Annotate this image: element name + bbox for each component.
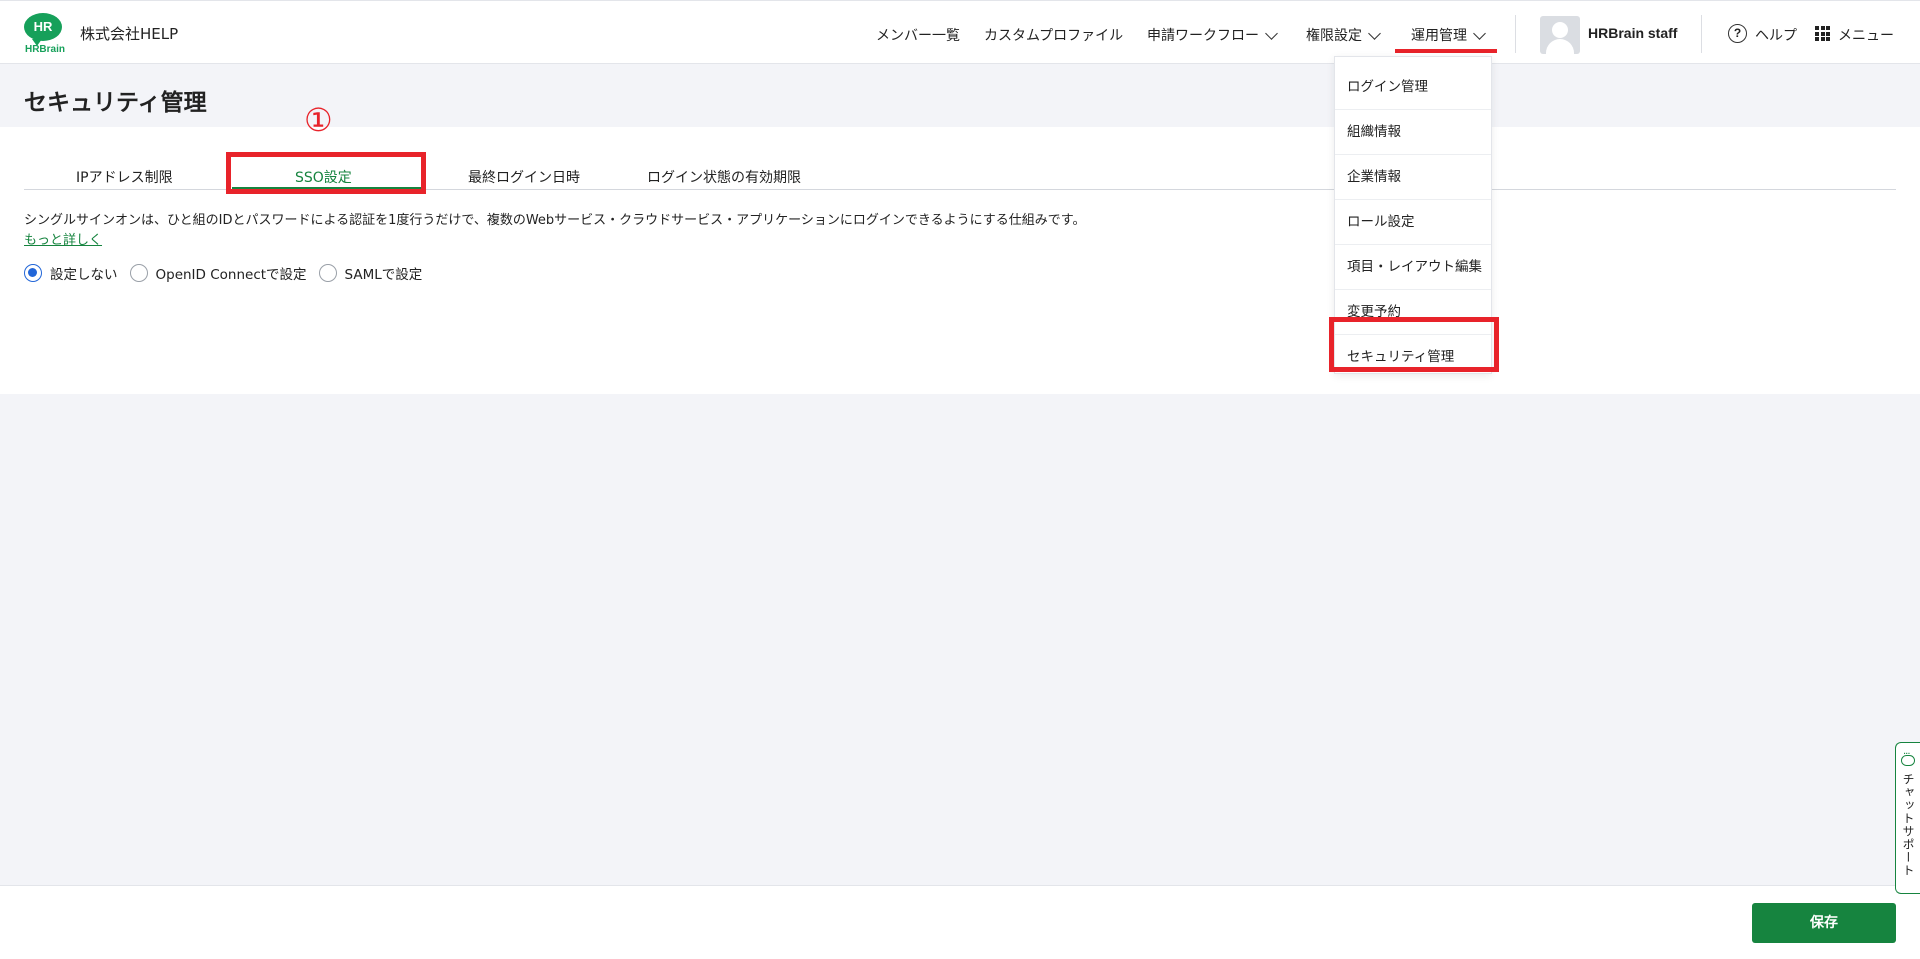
avatar-head — [1552, 22, 1568, 38]
nav-label: メンバー一覧 — [876, 28, 960, 44]
chat-support-label: チャットサポート — [1901, 773, 1915, 877]
chevron-down-icon — [1368, 26, 1381, 40]
dropdown-item-org-info[interactable]: 組織情報 — [1335, 110, 1491, 155]
dropdown-item-company-info[interactable]: 企業情報 — [1335, 155, 1491, 200]
footer-bar — [0, 885, 1920, 959]
chevron-down-icon — [1473, 26, 1486, 40]
annotation-number: ① — [304, 101, 333, 139]
nav-member-list[interactable]: メンバー一覧 — [876, 25, 960, 45]
menu-link[interactable]: メニュー — [1838, 25, 1894, 45]
help-link[interactable]: ヘルプ — [1755, 25, 1797, 45]
dropdown-item-role-settings[interactable]: ロール設定 — [1335, 200, 1491, 245]
company-name: 株式会社HELP — [80, 25, 179, 43]
nav-label: 権限設定 — [1306, 28, 1362, 44]
nav-label: 申請ワークフロー — [1147, 28, 1259, 44]
help-icon[interactable]: ? — [1728, 24, 1747, 43]
tab-login-expiry[interactable]: ログイン状態の有効期限 — [647, 167, 801, 187]
radio-none[interactable] — [24, 264, 42, 282]
more-details-link[interactable]: もっと詳しく — [24, 229, 102, 248]
nav-custom-profile[interactable]: カスタムプロファイル — [984, 25, 1123, 45]
chevron-down-icon — [1265, 26, 1278, 40]
logo-bubble: HR — [24, 13, 62, 46]
annotation-highlight-tab — [226, 152, 426, 194]
hrbrain-logo[interactable]: HR HRBrain — [22, 13, 66, 57]
radio-openid[interactable] — [129, 264, 148, 282]
user-name[interactable]: HRBrain staff — [1588, 25, 1677, 41]
radio-label[interactable]: 設定しない — [50, 263, 118, 283]
grid-menu-icon[interactable] — [1815, 26, 1830, 41]
logo-wordmark: HRBrain — [24, 44, 65, 55]
radio-label[interactable]: SAMLで設定 — [345, 263, 423, 283]
sso-description: シングルサインオンは、ひと組のIDとパスワードによる認証を1度行うだけで、複数の… — [24, 213, 1086, 228]
save-button[interactable]: 保存 — [1752, 903, 1896, 943]
nav-permission[interactable]: 権限設定 — [1306, 25, 1381, 45]
header-divider — [1515, 15, 1516, 53]
nav-label: カスタムプロファイル — [984, 28, 1124, 44]
tab-last-login[interactable]: 最終ログイン日時 — [468, 167, 580, 187]
page-title: セキュリティ管理 — [24, 90, 207, 116]
nav-workflow[interactable]: 申請ワークフロー — [1147, 25, 1278, 45]
avatar-body — [1546, 39, 1574, 54]
avatar[interactable] — [1540, 16, 1580, 54]
dropdown-item-layout-edit[interactable]: 項目・レイアウト編集 — [1335, 245, 1491, 290]
radio-saml[interactable] — [318, 264, 337, 282]
chat-support-tab[interactable]: チャットサポート — [1895, 742, 1920, 894]
dropdown-item-login-management[interactable]: ログイン管理 — [1335, 65, 1491, 110]
nav-operations[interactable]: 運用管理 — [1411, 25, 1486, 45]
annotation-highlight-dropdown — [1329, 317, 1499, 372]
nav-label: 運用管理 — [1411, 28, 1467, 44]
header-divider — [1701, 15, 1702, 53]
sso-radio-group: 設定しない OpenID Connectで設定 SAMLで設定 — [24, 263, 434, 283]
chat-bubble-icon — [1901, 749, 1915, 766]
tab-ip-restriction[interactable]: IPアドレス制限 — [76, 167, 173, 187]
nav-highlight-underline — [1395, 49, 1497, 53]
radio-label[interactable]: OpenID Connectで設定 — [156, 263, 307, 283]
top-header: HR HRBrain 株式会社HELP メンバー一覧 カスタムプロファイル 申請… — [0, 0, 1920, 64]
